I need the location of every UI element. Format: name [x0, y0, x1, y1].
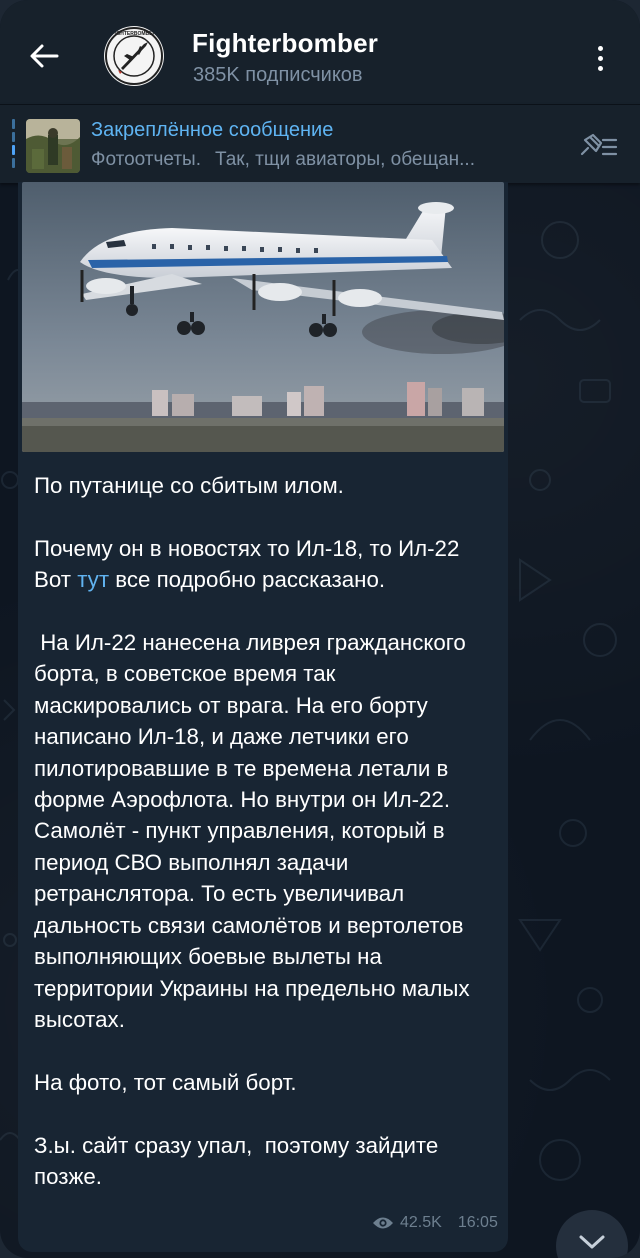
channel-avatar[interactable]: FIGHTERBOMBER: [104, 26, 164, 86]
view-count: 42.5K: [400, 1214, 442, 1231]
fighterbomber-logo: FIGHTERBOMBER: [105, 27, 163, 85]
menu-dot: [597, 55, 603, 61]
message-bubble[interactable]: По путанице со сбитым илом. Почему он в …: [18, 182, 508, 1252]
message-text: По путанице со сбитым илом. Почему он в …: [34, 470, 494, 1192]
pinned-thumbnail: [26, 119, 80, 173]
pinned-preview: Фотоотчеты. Так, тщи авиаторы, обещан...: [91, 149, 475, 170]
message-paragraph: На фото, тот самый борт.: [34, 1069, 297, 1095]
pinned-list-button[interactable]: [576, 127, 620, 163]
message-paragraph: На Ил-22 нанесена ливрея гражданского бо…: [34, 630, 476, 1032]
pinned-message-bar[interactable]: Закреплённое сообщение Фотоотчеты. Так, т…: [0, 104, 640, 183]
pinned-indicator: [12, 119, 15, 171]
message-meta: 42.5K 16:05: [372, 1214, 498, 1232]
channel-title[interactable]: Fighterbomber: [192, 28, 378, 59]
pin-list-icon: [580, 133, 618, 156]
menu-dot: [597, 65, 603, 71]
message-paragraph: По путанице со сбитым илом.: [34, 473, 344, 498]
subscriber-count: 385K подписчиков: [193, 64, 363, 86]
arrow-left-icon: [30, 44, 59, 68]
message-paragraph: Почему он в новостях то Ил-18, то Ил-22: [34, 535, 460, 561]
channel-header: FIGHTERBOMBER Fighterbomber 385K подписч…: [0, 0, 640, 104]
message-photo[interactable]: [22, 182, 504, 452]
message-time: 16:05: [457, 1214, 498, 1231]
more-options-button[interactable]: [588, 38, 612, 78]
message-text-segment: все подробно рассказано.: [109, 567, 386, 593]
telegram-channel-screen: FIGHTERBOMBER Fighterbomber 385K подписч…: [0, 0, 640, 1258]
pinned-title: Закреплённое сообщение: [91, 119, 334, 141]
back-button[interactable]: [22, 34, 66, 78]
eye-icon: [373, 1217, 393, 1229]
message-text-segment: Вот: [34, 567, 78, 593]
chevron-down-icon: [579, 1235, 605, 1249]
message-paragraph: З.ы. сайт сразу упал, поэтому зайдите по…: [34, 1132, 445, 1189]
il-22-aircraft-photo: [22, 182, 504, 452]
svg-text:FIGHTERBOMBER: FIGHTERBOMBER: [112, 31, 157, 37]
message-link[interactable]: тут: [77, 567, 109, 592]
more-vertical-icon: [597, 45, 603, 51]
